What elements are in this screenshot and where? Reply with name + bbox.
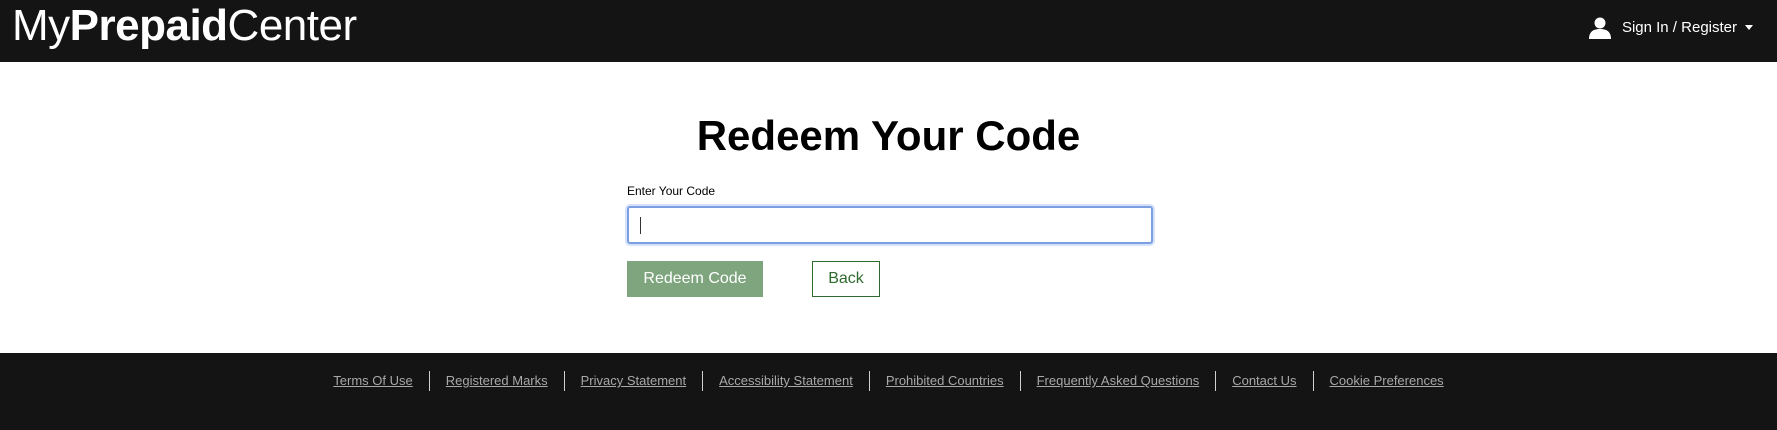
footer-link-contact-us[interactable]: Contact Us xyxy=(1215,371,1312,391)
sign-in-register-menu[interactable]: Sign In / Register xyxy=(1588,15,1753,39)
user-icon xyxy=(1588,17,1611,39)
footer-link-accessibility-statement[interactable]: Accessibility Statement xyxy=(702,371,869,391)
footer-link-prohibited-countries[interactable]: Prohibited Countries xyxy=(868,371,1020,391)
footer-link-privacy-statement[interactable]: Privacy Statement xyxy=(563,371,703,391)
footer-link-terms-of-use[interactable]: Terms Of Use xyxy=(317,371,428,391)
caret-down-icon xyxy=(1745,24,1753,30)
footer-link-cookie-preferences[interactable]: Cookie Preferences xyxy=(1312,371,1460,391)
logo-part-center: Center xyxy=(227,1,358,50)
logo-part-my: My xyxy=(12,1,70,50)
site-logo[interactable]: MyPrepaidCenter xyxy=(12,1,357,51)
code-input[interactable] xyxy=(627,206,1153,244)
code-field-label: Enter Your Code xyxy=(627,184,716,198)
back-button[interactable]: Back xyxy=(812,261,880,297)
redeem-code-button[interactable]: Redeem Code xyxy=(627,261,763,297)
footer-link-faq[interactable]: Frequently Asked Questions xyxy=(1019,371,1216,391)
page-title: Redeem Your Code xyxy=(696,112,1081,159)
footer-link-registered-marks[interactable]: Registered Marks xyxy=(428,371,564,391)
text-cursor xyxy=(640,217,641,234)
logo-part-prepaid: Prepaid xyxy=(69,1,228,50)
site-footer: Terms Of Use Registered Marks Privacy St… xyxy=(0,353,1777,430)
site-header: MyPrepaidCenter Sign In / Register xyxy=(0,0,1777,62)
footer-links: Terms Of Use Registered Marks Privacy St… xyxy=(0,371,1777,391)
sign-in-register-label: Sign In / Register xyxy=(1621,18,1737,36)
